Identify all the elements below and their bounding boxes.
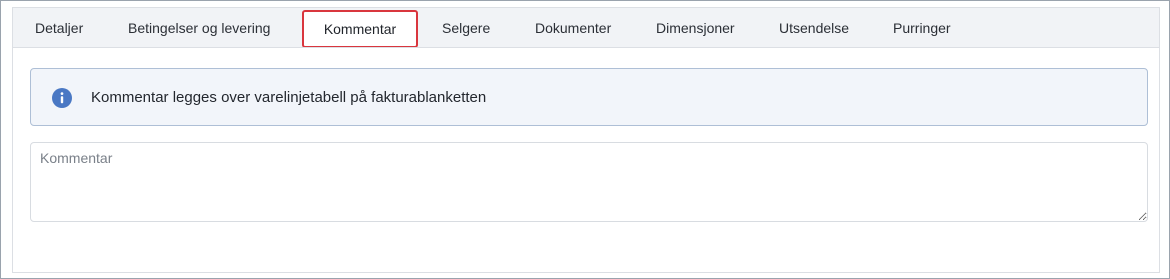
tab-dimensjoner[interactable]: Dimensjoner [656,8,735,49]
tab-kommentar[interactable]: Kommentar [302,10,418,48]
tab-dokumenter[interactable]: Dokumenter [535,8,611,49]
info-message: Kommentar legges over varelinjetabell på… [91,89,487,106]
comment-textarea[interactable] [30,142,1148,222]
tab-bar: Detaljer Betingelser og levering Komment… [12,7,1160,48]
tab-utsendelse[interactable]: Utsendelse [779,8,849,49]
tab-selgere[interactable]: Selgere [442,8,490,49]
tab-betingelser-og-levering[interactable]: Betingelser og levering [128,8,270,49]
info-circle-icon [52,88,72,108]
tab-detaljer[interactable]: Detaljer [35,8,83,49]
info-alert: Kommentar legges over varelinjetabell på… [30,68,1148,126]
window-frame: Detaljer Betingelser og levering Komment… [0,0,1170,279]
tab-panel-kommentar: Kommentar legges over varelinjetabell på… [12,47,1160,273]
tab-purringer[interactable]: Purringer [893,8,951,49]
